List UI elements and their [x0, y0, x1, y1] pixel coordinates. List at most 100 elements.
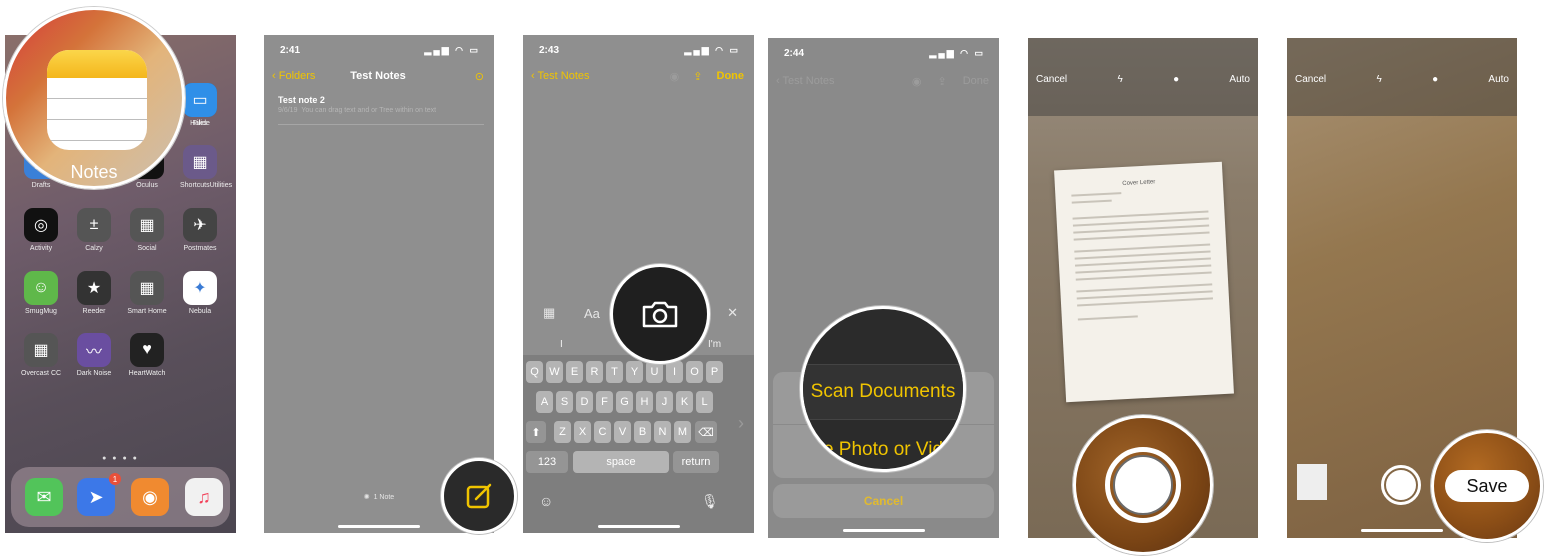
compose-button-zoom[interactable]: [441, 458, 517, 534]
save-button[interactable]: Save: [1445, 470, 1529, 502]
note-count-label: 1 Note: [373, 494, 395, 501]
app-icon-calzy[interactable]: ± Calzy: [74, 208, 114, 252]
app-icon-smart-home[interactable]: ▦ Smart Home: [127, 271, 167, 315]
color-filter-icon[interactable]: ●: [1173, 74, 1179, 85]
app-icon-files[interactable]: ▭ Files: [180, 83, 220, 127]
notes-app-zoom[interactable]: Notes: [3, 7, 185, 189]
shift-key[interactable]: ⬆: [526, 421, 546, 443]
flash-icon[interactable]: ϟ: [1117, 74, 1122, 85]
app-icon-smugmug[interactable]: ☺ SmugMug: [21, 271, 61, 315]
cancel-button[interactable]: Cancel: [1036, 74, 1067, 85]
app-label: Postmates: [183, 245, 217, 252]
back-folders-button[interactable]: ‹ Folders: [272, 70, 315, 82]
app-icon-shortcutsutilities[interactable]: ▦ ShortcutsUtilities: [180, 145, 232, 189]
camera-top-bar: Cancel ϟ ● Auto: [1287, 38, 1517, 116]
suggestion-2[interactable]: I'm: [708, 339, 721, 350]
emoji-icon[interactable]: ☺: [539, 493, 553, 509]
shutter-button-zoom[interactable]: [1073, 415, 1213, 555]
flash-icon[interactable]: ϟ: [1376, 74, 1381, 85]
numbers-key[interactable]: 123: [526, 451, 568, 473]
save-button-zoom: Save: [1431, 430, 1543, 542]
key-p[interactable]: P: [706, 361, 723, 383]
key-u[interactable]: U: [646, 361, 663, 383]
key-g[interactable]: G: [616, 391, 633, 413]
key-y[interactable]: Y: [626, 361, 643, 383]
scan-documents-zoom[interactable]: Scan Documents e Photo or Vid: [800, 306, 966, 472]
cancel-button[interactable]: Cancel: [773, 484, 994, 518]
share-icon[interactable]: ⇪: [937, 75, 946, 88]
note-date: 9/6/19: [278, 107, 298, 114]
auto-mode-button[interactable]: Auto: [1229, 74, 1250, 85]
note-list-item[interactable]: Test note 2 9/6/19 You can drag text and…: [278, 95, 484, 125]
color-filter-icon[interactable]: ●: [1432, 74, 1438, 85]
key-h[interactable]: H: [636, 391, 653, 413]
app-label: Reeder: [82, 308, 106, 315]
app-icon-social[interactable]: ▦ Social: [127, 208, 167, 252]
key-s[interactable]: S: [556, 391, 573, 413]
close-icon[interactable]: ✕: [727, 305, 738, 321]
key-l[interactable]: L: [696, 391, 713, 413]
format-button[interactable]: Aa: [584, 306, 600, 321]
key-k[interactable]: K: [676, 391, 693, 413]
more-options-icon[interactable]: ⊙: [475, 70, 484, 83]
key-q[interactable]: Q: [526, 361, 543, 383]
dock-overcast-icon[interactable]: ◉: [131, 478, 169, 516]
key-d[interactable]: D: [576, 391, 593, 413]
dock-messages-icon[interactable]: ✉: [25, 478, 63, 516]
notes-app-icon: [47, 50, 147, 150]
home-indicator[interactable]: [842, 529, 925, 532]
key-x[interactable]: X: [574, 421, 591, 443]
back-test-notes-button[interactable]: ‹ Test Notes: [531, 70, 590, 82]
key-n[interactable]: N: [654, 421, 671, 443]
microphone-icon[interactable]: 🎙: [701, 493, 719, 510]
share-person-icon[interactable]: ◉: [912, 75, 922, 88]
home-indicator[interactable]: [338, 525, 420, 528]
app-icon-reeder[interactable]: ★ Reeder: [74, 271, 114, 315]
key-v[interactable]: V: [614, 421, 631, 443]
done-button[interactable]: Done: [963, 75, 989, 87]
key-j[interactable]: J: [656, 391, 673, 413]
app-icon-heartwatch[interactable]: ♥ HeartWatch: [127, 333, 167, 377]
app-icon-dark-noise[interactable]: 〰 Dark Noise: [74, 333, 114, 377]
delete-key[interactable]: ⌫: [695, 421, 717, 443]
app-glyph-icon: ♥: [130, 333, 164, 367]
auto-mode-button[interactable]: Auto: [1488, 74, 1509, 85]
space-key[interactable]: space: [573, 451, 669, 473]
key-w[interactable]: W: [546, 361, 563, 383]
app-glyph-icon: ◎: [24, 208, 58, 242]
app-icon-postmates[interactable]: ✈ Postmates: [180, 208, 220, 252]
done-button[interactable]: Done: [717, 70, 745, 82]
app-icon-overcast-cc[interactable]: ▦ Overcast CC: [21, 333, 61, 377]
dock-music-icon[interactable]: ♫: [185, 478, 223, 516]
key-a[interactable]: A: [536, 391, 553, 413]
key-t[interactable]: T: [606, 361, 623, 383]
key-f[interactable]: F: [596, 391, 613, 413]
key-r[interactable]: R: [586, 361, 603, 383]
cancel-button[interactable]: Cancel: [1295, 74, 1326, 85]
home-indicator[interactable]: [597, 525, 680, 528]
key-e[interactable]: E: [566, 361, 583, 383]
camera-button-zoom[interactable]: [610, 264, 710, 364]
key-c[interactable]: C: [594, 421, 611, 443]
app-icon-nebula[interactable]: ✦ Nebula: [180, 271, 220, 315]
app-icon-activity[interactable]: ◎ Activity: [21, 208, 61, 252]
key-m[interactable]: M: [674, 421, 691, 443]
scanned-thumbnail[interactable]: [1297, 464, 1327, 500]
shutter-button[interactable]: [1381, 465, 1421, 505]
share-icon[interactable]: ⇪: [693, 70, 702, 83]
notes-app-label: Notes: [70, 162, 118, 182]
scan-documents-zoom-label: Scan Documents: [803, 364, 963, 420]
key-z[interactable]: Z: [554, 421, 571, 443]
share-person-icon[interactable]: ◉: [670, 70, 680, 83]
table-icon[interactable]: ▦: [543, 305, 555, 321]
app-label: HeartWatch: [128, 370, 166, 377]
dock-spark-icon[interactable]: ➤: [77, 478, 115, 516]
key-i[interactable]: I: [666, 361, 683, 383]
return-key[interactable]: return: [673, 451, 719, 473]
back-test-notes-button[interactable]: ‹ Test Notes: [776, 75, 835, 87]
home-indicator[interactable]: [1361, 529, 1443, 532]
key-b[interactable]: B: [634, 421, 651, 443]
app-label: Oculus: [136, 182, 158, 189]
key-o[interactable]: O: [686, 361, 703, 383]
suggestion-1[interactable]: I: [560, 339, 563, 350]
